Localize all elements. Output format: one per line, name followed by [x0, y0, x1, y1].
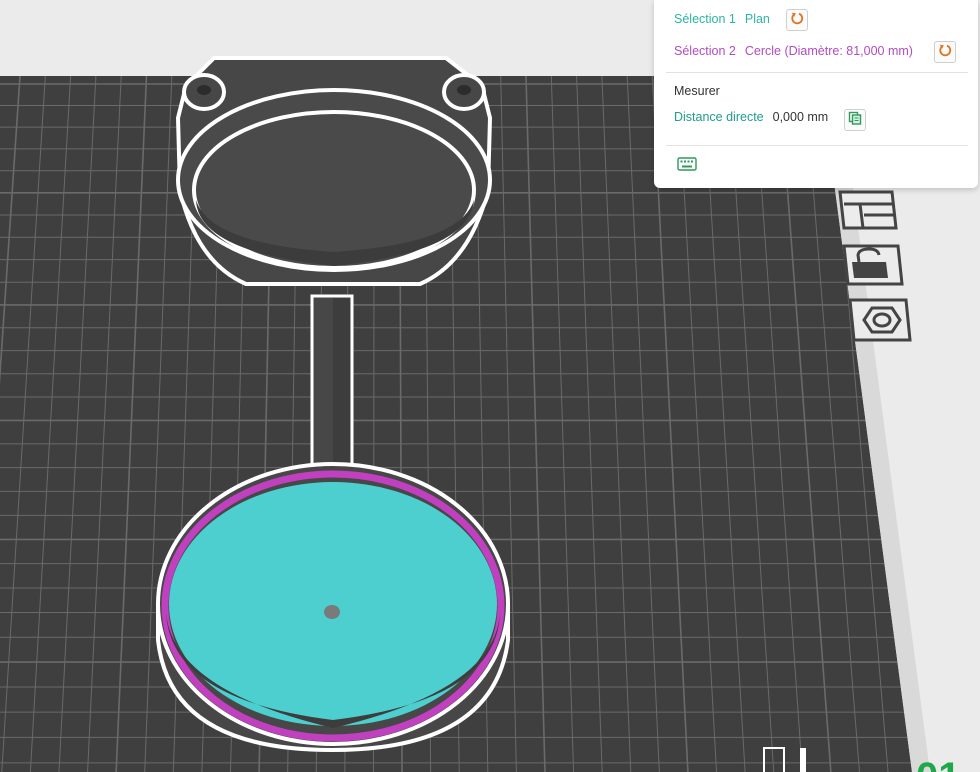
selection2-label: Sélection 2	[674, 44, 736, 58]
copy-distance-button[interactable]	[844, 109, 866, 131]
distance-label: Distance directe	[674, 110, 764, 124]
selection1-reset-button[interactable]	[786, 9, 808, 31]
selection1-label: Sélection 1	[674, 12, 736, 26]
measure-title: Mesurer	[674, 84, 720, 98]
selected-plane[interactable]	[169, 482, 497, 726]
measure-point	[324, 605, 340, 619]
keyboard-icon	[677, 156, 697, 176]
selection1-value: Plan	[744, 12, 770, 26]
selection2-reset-button[interactable]	[934, 41, 956, 63]
keyboard-shortcuts-button[interactable]	[676, 156, 698, 176]
ear-hole-right	[457, 85, 471, 95]
divider	[666, 72, 968, 73]
unlock-icon[interactable]	[842, 244, 904, 286]
selection2-value: Cercle (Diamètre: 81,000 mm)	[744, 44, 913, 58]
distance-value: 0,000 mm	[772, 110, 829, 124]
bottom-partial-label: 01	[916, 755, 961, 772]
distance-row: Distance directe 0,000 mm	[674, 110, 828, 124]
top-ring-rim	[176, 88, 492, 272]
reset-icon	[790, 11, 804, 30]
copy-icon	[848, 111, 862, 130]
selection2-row: Sélection 2 Cercle (Diamètre: 81,000 mm)	[674, 44, 913, 58]
measurement-panel: Sélection 1 Plan Sélection 2 Cercle (Diamè…	[654, 0, 978, 188]
selection1-row: Sélection 1 Plan	[674, 12, 770, 26]
divider	[666, 145, 968, 146]
ear-hole-left	[197, 85, 211, 95]
reset-icon	[938, 43, 952, 62]
hex-nut-icon[interactable]	[848, 298, 912, 342]
side-toolbar	[838, 190, 912, 342]
layout-icon[interactable]	[838, 190, 898, 230]
stem-shade	[333, 298, 350, 472]
